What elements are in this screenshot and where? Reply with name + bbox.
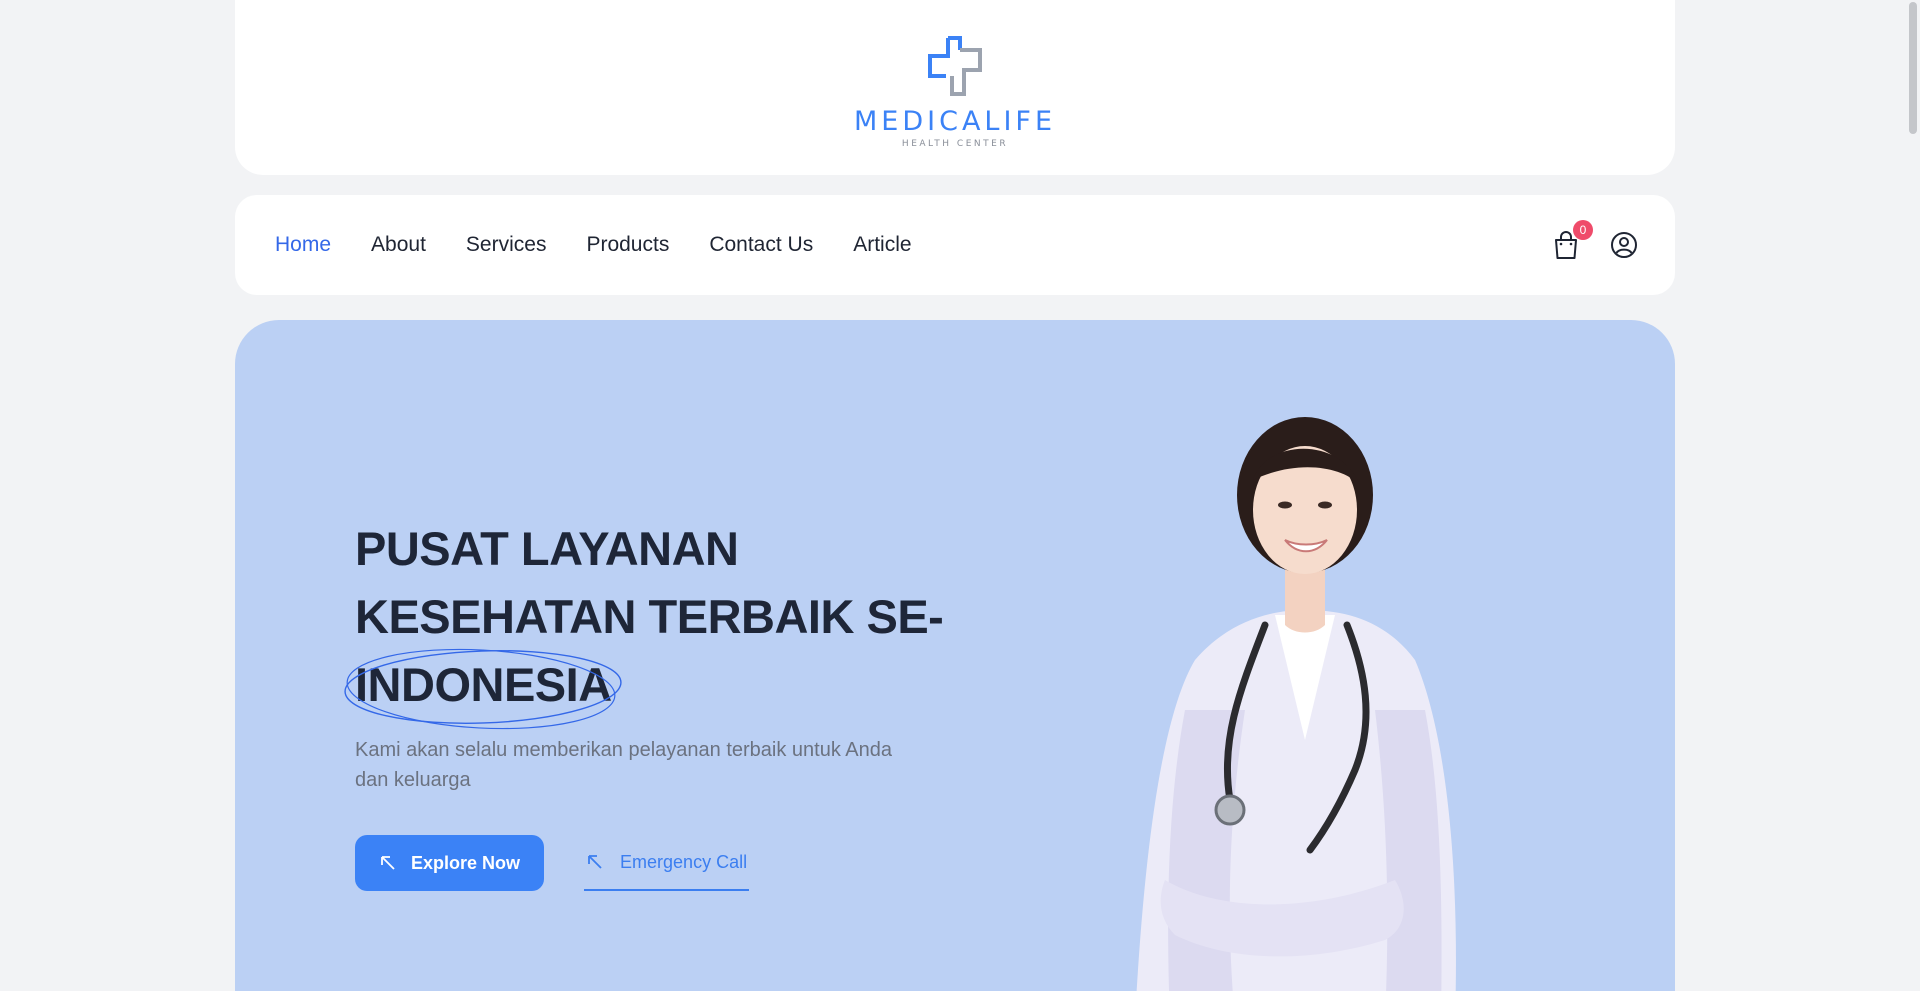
nav-actions: 0 xyxy=(1551,220,1639,260)
arrow-up-left-icon xyxy=(588,855,602,869)
hero-subtitle: Kami akan selalu memberikan pelayanan te… xyxy=(355,739,892,791)
page-scrollbar[interactable] xyxy=(1906,0,1920,991)
hero-actions: Explore Now Emergency Call xyxy=(355,835,955,891)
doctor-image xyxy=(1136,417,1456,991)
nav-item-services[interactable]: Services xyxy=(466,233,547,257)
hero-title-line-2: KESEHATAN TERBAIK SE- xyxy=(355,590,944,643)
brand-name: MEDICALIFE xyxy=(853,106,1057,137)
account-button[interactable] xyxy=(1609,230,1639,260)
scrollbar-thumb[interactable] xyxy=(1909,2,1917,134)
nav-item-contact-us[interactable]: Contact Us xyxy=(709,233,813,257)
nav-item-article[interactable]: Article xyxy=(853,233,911,257)
cart-count-badge: 0 xyxy=(1573,220,1593,240)
nav-item-home[interactable]: Home xyxy=(275,233,331,257)
nav-item-products[interactable]: Products xyxy=(586,233,669,257)
brand-tagline: HEALTH CENTER xyxy=(901,139,1009,149)
nav-links: Home About Services Products Contact Us … xyxy=(275,233,912,257)
emergency-call-button[interactable]: Emergency Call xyxy=(584,835,750,891)
explore-now-button[interactable]: Explore Now xyxy=(355,835,545,891)
arrow-up-left-icon xyxy=(381,856,395,870)
hero-title-highlight: INDONESIA xyxy=(344,648,622,730)
main-navigation: Home About Services Products Contact Us … xyxy=(235,195,1675,295)
hero-content: PUSAT LAYANAN KESEHATAN TERBAIK SE- INDO… xyxy=(344,515,955,891)
hero-title: PUSAT LAYANAN KESEHATAN TERBAIK SE- INDO… xyxy=(344,515,955,730)
user-circle-icon xyxy=(1611,232,1637,258)
logo-header: MEDICALIFE HEALTH CENTER xyxy=(235,0,1675,175)
nav-item-about[interactable]: About xyxy=(371,233,426,257)
cart-button[interactable]: 0 xyxy=(1551,220,1593,260)
hero-section: PUSAT LAYANAN KESEHATAN TERBAIK SE- INDO… xyxy=(235,320,1675,991)
medical-cross-logo-icon xyxy=(928,36,982,96)
hero-title-line-1: PUSAT LAYANAN xyxy=(355,522,739,575)
